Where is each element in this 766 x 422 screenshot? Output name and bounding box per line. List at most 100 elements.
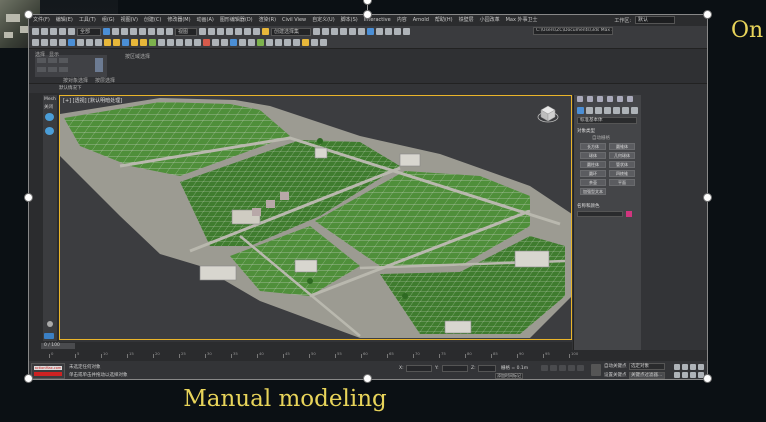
ribbon-tab-select[interactable]: 选择 bbox=[35, 51, 45, 58]
auto-key-button[interactable]: 自动关键点 bbox=[604, 363, 627, 369]
named-selection-dropdown[interactable]: 创建选择集 bbox=[271, 27, 311, 36]
menu-item-2[interactable]: 工具(T) bbox=[79, 15, 96, 26]
geometry-icon[interactable] bbox=[68, 39, 75, 46]
primitive-button-3[interactable]: 几何球体 bbox=[609, 152, 635, 159]
schematic-view-icon[interactable] bbox=[358, 28, 365, 35]
motion-tab-icon[interactable] bbox=[607, 96, 613, 102]
primitive-button-1[interactable]: 圆锥体 bbox=[609, 143, 635, 150]
window-crossing-icon[interactable] bbox=[130, 28, 137, 35]
goto-start-icon[interactable] bbox=[541, 365, 548, 371]
visibility-icon[interactable] bbox=[45, 113, 54, 121]
lights-category-icon[interactable] bbox=[595, 107, 602, 114]
rotate-handle[interactable] bbox=[363, 0, 372, 5]
next-frame-icon[interactable] bbox=[568, 365, 575, 371]
ribbon-tab-by-layer[interactable]: 按层选择 bbox=[95, 77, 115, 84]
select-manipulate-icon[interactable] bbox=[208, 28, 215, 35]
orbit-icon[interactable] bbox=[690, 372, 696, 378]
menu-item-0[interactable]: 文件(F) bbox=[33, 15, 50, 26]
prev-frame-icon[interactable] bbox=[550, 365, 557, 371]
goto-end-icon[interactable] bbox=[577, 365, 584, 371]
systems-category-icon[interactable] bbox=[631, 107, 638, 114]
cloth-icon[interactable] bbox=[212, 39, 219, 46]
scene-explorer-label[interactable]: 默认情况下 bbox=[59, 85, 82, 91]
undo-icon[interactable] bbox=[32, 28, 39, 35]
menu-item-9[interactable]: 渲染(R) bbox=[259, 15, 276, 26]
place-icon[interactable] bbox=[166, 28, 173, 35]
play-icon[interactable] bbox=[559, 365, 566, 371]
pivot-icon[interactable] bbox=[199, 28, 206, 35]
utilities-tab-icon[interactable] bbox=[627, 96, 633, 102]
curve-editor-icon[interactable] bbox=[349, 28, 356, 35]
menu-item-14[interactable]: 内容 bbox=[397, 15, 407, 26]
primitive-button-0[interactable]: 长方体 bbox=[580, 143, 606, 150]
shape-icon[interactable] bbox=[77, 39, 84, 46]
zoom-all-icon[interactable] bbox=[682, 364, 688, 370]
menu-item-8[interactable]: 图形编辑器(D) bbox=[220, 15, 253, 26]
water-icon[interactable] bbox=[122, 39, 129, 46]
snap-icon[interactable] bbox=[226, 28, 233, 35]
rotate-icon[interactable] bbox=[148, 28, 155, 35]
perspective-viewport[interactable]: [+] [透视] [默认明暗处理] bbox=[59, 95, 572, 340]
time-slider[interactable]: 0 / 100 bbox=[29, 342, 572, 350]
ribbon-tab-by-region[interactable]: 按区域选择 bbox=[125, 53, 150, 60]
menu-item-5[interactable]: 创建(C) bbox=[144, 15, 161, 26]
menu-item-10[interactable]: Civil View bbox=[282, 15, 306, 26]
zoom-icon[interactable] bbox=[674, 364, 680, 370]
layer-manager-icon[interactable] bbox=[44, 333, 54, 339]
unlink-icon[interactable] bbox=[59, 28, 66, 35]
create-tab-icon[interactable] bbox=[577, 96, 583, 102]
box-icon[interactable] bbox=[95, 39, 102, 46]
clone-icon[interactable] bbox=[293, 39, 300, 46]
primitive-button-6[interactable]: 圆环 bbox=[580, 170, 606, 177]
resize-handle-mr[interactable] bbox=[703, 193, 712, 202]
spinner-snap-icon[interactable] bbox=[253, 28, 260, 35]
x-coordinate-field[interactable] bbox=[406, 365, 432, 372]
array-icon[interactable] bbox=[275, 39, 282, 46]
modifier-icon[interactable] bbox=[158, 39, 165, 46]
ribbon-toggle-icon[interactable] bbox=[340, 28, 347, 35]
hair-icon[interactable] bbox=[221, 39, 228, 46]
populate-icon[interactable] bbox=[239, 39, 246, 46]
z-coordinate-field[interactable] bbox=[478, 365, 496, 372]
primitive-button-7[interactable]: 四棱锥 bbox=[609, 170, 635, 177]
reference-coord-dropdown[interactable]: 视图 bbox=[175, 27, 197, 36]
spacewarps-category-icon[interactable] bbox=[622, 107, 629, 114]
resize-handle-tl[interactable] bbox=[24, 10, 33, 19]
name-color-heading[interactable]: 名称和颜色 bbox=[577, 203, 600, 209]
maximize-viewport-icon[interactable] bbox=[698, 364, 704, 370]
viewcube-icon[interactable] bbox=[537, 102, 559, 124]
menu-item-4[interactable]: 视图(V) bbox=[121, 15, 138, 26]
render-cloud-icon[interactable] bbox=[403, 28, 410, 35]
render-icon[interactable] bbox=[394, 28, 401, 35]
menu-item-1[interactable]: 编辑(E) bbox=[56, 15, 73, 26]
primitive-button-9[interactable]: 平面 bbox=[609, 179, 635, 186]
light-icon[interactable] bbox=[50, 39, 57, 46]
helper-icon[interactable] bbox=[59, 39, 66, 46]
particle-icon[interactable] bbox=[230, 39, 237, 46]
scale-icon[interactable] bbox=[157, 28, 164, 35]
project-path-field[interactable]: C:\Users\ZC\Documents\3ds Max 2020 bbox=[533, 27, 613, 35]
add-time-tag[interactable]: 添加时间标记 bbox=[495, 373, 523, 379]
lamp-icon[interactable] bbox=[131, 39, 138, 46]
key-filters-button[interactable]: 关键点过滤器... bbox=[629, 372, 665, 379]
primitive-button-5[interactable]: 管状体 bbox=[609, 161, 635, 168]
resize-handle-bl[interactable] bbox=[24, 374, 33, 383]
ribbon-icon[interactable] bbox=[248, 39, 255, 46]
bind-spacewarp-icon[interactable] bbox=[68, 28, 75, 35]
camera-icon[interactable] bbox=[41, 39, 48, 46]
helpers-category-icon[interactable] bbox=[613, 107, 620, 114]
extra-icon-2[interactable] bbox=[320, 39, 327, 46]
utility-icon[interactable] bbox=[194, 39, 201, 46]
primitive-button-4[interactable]: 圆柱体 bbox=[580, 161, 606, 168]
zoom-extents-icon[interactable] bbox=[690, 364, 696, 370]
motion-icon[interactable] bbox=[176, 39, 183, 46]
menu-item-6[interactable]: 修改器(M) bbox=[167, 15, 190, 26]
key-selection-dropdown[interactable]: 选定对象 bbox=[629, 363, 665, 370]
menu-item-12[interactable]: 脚本(S) bbox=[341, 15, 358, 26]
resize-handle-bm[interactable] bbox=[363, 374, 372, 383]
select-by-name-icon[interactable] bbox=[112, 28, 119, 35]
autogrid-checkbox[interactable]: 自动栅格 bbox=[592, 135, 610, 141]
display-icon[interactable] bbox=[185, 39, 192, 46]
select-object-icon[interactable] bbox=[103, 28, 110, 35]
workspace-dropdown[interactable]: 默认 bbox=[635, 16, 675, 24]
